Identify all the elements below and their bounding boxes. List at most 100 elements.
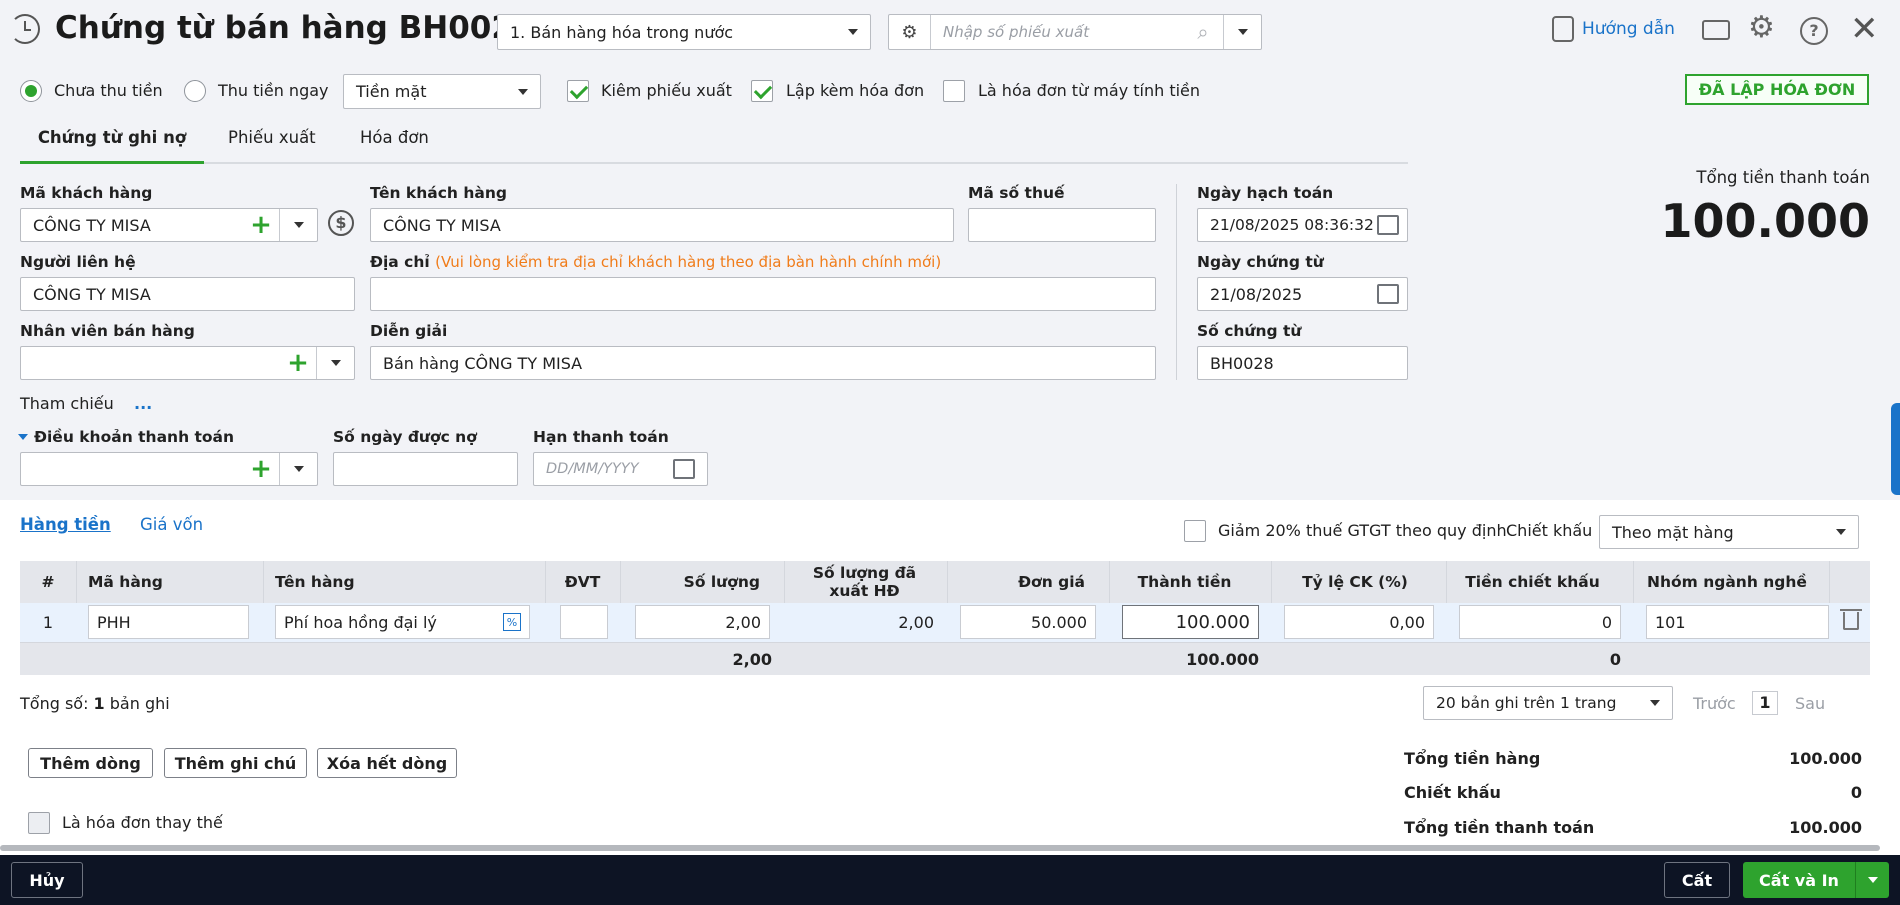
settings-icon[interactable]: ⚙ [1748, 13, 1775, 43]
address-label: Địa chỉ (Vui lòng kiểm tra địa chỉ khách… [370, 253, 942, 271]
add-note-button[interactable]: Thêm ghi chú [164, 748, 307, 778]
posting-date-input[interactable]: 21/08/2025 08:36:32 [1197, 208, 1408, 242]
delete-row-icon[interactable] [1840, 609, 1862, 630]
row-item-name[interactable]: Phí hoa hồng đại lý % [275, 605, 530, 639]
discount-mode-select[interactable]: Theo mặt hàng [1599, 515, 1859, 549]
page-size-select[interactable]: 20 bản ghi trên 1 trang [1423, 686, 1673, 720]
row-qty[interactable]: 2,00 [635, 605, 770, 639]
save-print-button[interactable]: Cất và In [1743, 862, 1889, 898]
discount-mode-label: Chiết khấu [1506, 521, 1593, 540]
row-discount-amount[interactable]: 0 [1459, 605, 1621, 639]
sale-type-select[interactable]: 1. Bán hàng hóa trong nước [497, 14, 871, 50]
delete-all-rows-button[interactable]: Xóa hết dòng [317, 748, 457, 778]
row-qty-invoiced: 2,00 [898, 613, 934, 632]
percent-icon[interactable]: % [503, 613, 521, 631]
add-salesperson-icon[interactable]: + [280, 348, 316, 378]
total-payment-label: Tổng tiền thanh toán [1696, 168, 1870, 187]
total-amount: 100.000 [1186, 650, 1259, 669]
chevron-down-icon[interactable] [1223, 15, 1261, 49]
footer-bar [0, 855, 1900, 905]
chevron-down-icon[interactable] [1855, 862, 1889, 898]
summary-discount-label: Chiết khấu [1404, 783, 1501, 802]
calendar-icon[interactable] [1377, 284, 1399, 304]
tab-cost[interactable]: Giá vốn [140, 515, 203, 534]
goods-total-label: Tổng tiền hàng [1404, 749, 1541, 768]
collapse-caret-icon[interactable] [18, 434, 28, 440]
row-item-code[interactable]: PHH [88, 605, 249, 639]
side-panel-handle[interactable] [1891, 403, 1900, 495]
current-page[interactable]: 1 [1752, 691, 1778, 715]
gear-icon[interactable]: ⚙ [889, 15, 931, 49]
address-input[interactable] [370, 277, 1156, 311]
voucher-date-input[interactable]: 21/08/2025 [1197, 277, 1408, 311]
tab-export-voucher[interactable]: Phiếu xuất [228, 128, 316, 147]
help-icon[interactable]: ? [1800, 17, 1828, 45]
add-row-button[interactable]: Thêm dòng [28, 748, 153, 778]
row-discount-rate[interactable]: 0,00 [1284, 605, 1434, 639]
row-amount[interactable]: 100.000 [1122, 605, 1259, 639]
export-search-input[interactable]: Nhập số phiếu xuất [931, 23, 1183, 41]
due-date-input[interactable]: DD/MM/YYYY [533, 452, 708, 486]
payment-method-select[interactable]: Tiền mặt [343, 74, 541, 109]
save-button[interactable]: Cất [1664, 862, 1730, 898]
tab-goods[interactable]: Hàng tiền [20, 515, 111, 534]
payment-terms-input[interactable]: + [20, 452, 318, 486]
export-voucher-search[interactable]: ⚙ Nhập số phiếu xuất ⌕ [888, 14, 1262, 50]
col-discount-amount: Tiền chiết khấu [1465, 573, 1600, 591]
chevron-down-icon[interactable] [279, 209, 317, 241]
customer-code-input[interactable]: CÔNG TY MISA + [20, 208, 318, 242]
reference-more-link[interactable]: ... [134, 394, 152, 413]
col-qty-invoiced: Số lượng đã xuất HĐ [812, 564, 917, 600]
col-amount: Thành tiền [1137, 573, 1232, 591]
help-link[interactable]: Hướng dẫn [1552, 16, 1675, 42]
total-payment-value: 100.000 [1660, 194, 1870, 248]
calendar-icon[interactable] [1377, 215, 1399, 235]
add-terms-icon[interactable]: + [243, 454, 279, 484]
with-invoice-checkbox[interactable] [751, 80, 773, 102]
unpaid-radio[interactable] [20, 80, 42, 102]
unpaid-label: Chưa thu tiền [54, 81, 163, 100]
tax-code-input[interactable] [968, 208, 1156, 242]
customer-name-input[interactable]: CÔNG TY MISA [370, 208, 954, 242]
row-price[interactable]: 50.000 [960, 605, 1096, 639]
cash-register-label: Là hóa đơn từ máy tính tiền [978, 81, 1201, 100]
search-icon[interactable]: ⌕ [1183, 20, 1223, 44]
close-icon[interactable]: ✕ [1850, 12, 1879, 46]
add-customer-icon[interactable]: + [243, 210, 279, 240]
replacement-invoice-checkbox[interactable] [28, 812, 50, 834]
voucher-date-label: Ngày chứng từ [1197, 253, 1324, 271]
cancel-button[interactable]: Hủy [11, 862, 83, 898]
chevron-down-icon[interactable] [316, 347, 354, 379]
calendar-icon[interactable] [673, 459, 695, 479]
export-voucher-label: Kiêm phiếu xuất [601, 81, 732, 100]
horizontal-scrollbar[interactable] [0, 845, 1880, 851]
voucher-no-input[interactable]: BH0028 [1197, 346, 1408, 380]
chevron-down-icon[interactable] [279, 453, 317, 485]
contact-input[interactable]: CÔNG TY MISA [20, 277, 355, 311]
description-input[interactable]: Bán hàng CÔNG TY MISA [370, 346, 1156, 380]
tab-debit-voucher[interactable]: Chứng từ ghi nợ [20, 128, 204, 164]
col-item-name: Tên hàng [275, 573, 355, 591]
chevron-down-icon [1650, 700, 1660, 706]
row-industry[interactable]: 101 [1646, 605, 1829, 639]
col-unit: ĐVT [564, 573, 601, 591]
vat-reduction-checkbox[interactable] [1184, 520, 1206, 542]
credit-days-input[interactable] [333, 452, 518, 486]
address-warning: (Vui lòng kiểm tra địa chỉ khách hàng th… [435, 253, 942, 271]
paid-now-radio[interactable] [184, 80, 206, 102]
record-count: Tổng số: 1 bản ghi [20, 694, 170, 713]
next-page-button[interactable]: Sau [1795, 694, 1825, 713]
cash-register-checkbox[interactable] [943, 80, 965, 102]
history-icon[interactable] [10, 14, 40, 44]
prev-page-button[interactable]: Trước [1693, 694, 1736, 713]
keyboard-icon[interactable] [1702, 20, 1730, 40]
row-unit[interactable] [560, 605, 608, 639]
tax-code-label: Mã số thuế [968, 184, 1065, 202]
page-title: Chứng từ bán hàng BH0028 [55, 10, 535, 46]
chevron-down-icon [1836, 529, 1846, 535]
export-voucher-checkbox[interactable] [567, 80, 589, 102]
summary-payment-value: 100.000 [1789, 818, 1862, 837]
salesperson-input[interactable]: + [20, 346, 355, 380]
dollar-icon[interactable]: $ [328, 210, 354, 236]
tab-invoice[interactable]: Hóa đơn [360, 128, 429, 147]
